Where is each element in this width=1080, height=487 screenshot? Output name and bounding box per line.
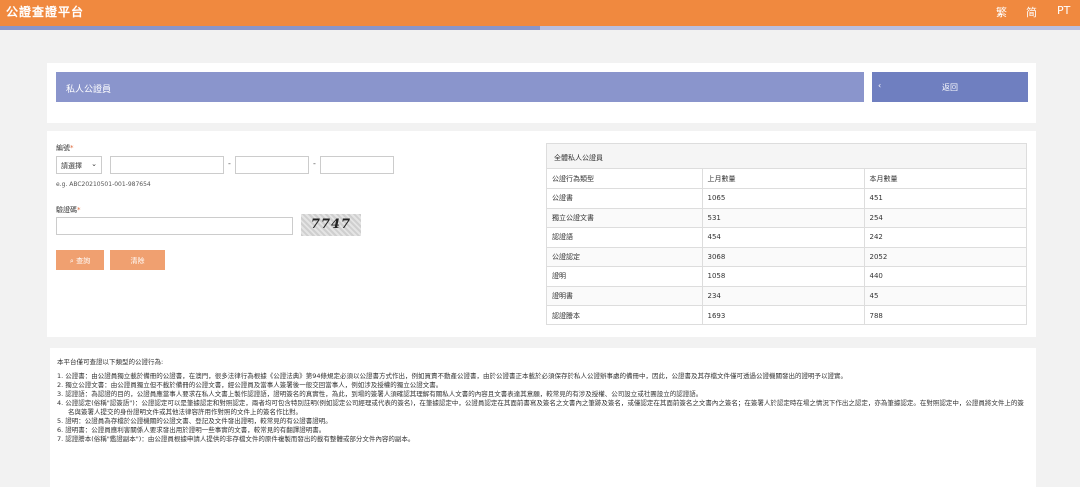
list-item: 6. 證明書：公證員應利害關係人要求發出用於證明一些事實的文書，較常見的有翻譯證… xyxy=(57,426,326,434)
table-cell: 認證語 xyxy=(547,227,702,247)
table-header-row: 公證行為類型 上月數量 本月數量 xyxy=(547,169,1026,189)
table-cell: 440 xyxy=(863,266,1026,286)
stats-panel: 全體私人公證員 公證行為類型 上月數量 本月數量 公證書 1065 451 獨立… xyxy=(546,143,1027,325)
lang-traditional-link[interactable]: 繁 xyxy=(996,4,1007,20)
header-stripe-light xyxy=(540,26,1080,30)
list-item: 5. 證明：公證員為存檔於公證機關的公證文書、登記及文件發出證明，較常見的有公證… xyxy=(57,417,332,425)
table-cell: 254 xyxy=(863,207,1026,228)
search-button-label: 查詢 xyxy=(76,257,91,265)
doc-number-part3-input[interactable] xyxy=(320,156,394,174)
doc-number-part2-input[interactable] xyxy=(235,156,309,174)
table-row: 認證語 454 242 xyxy=(547,227,1026,247)
column-header: 公證行為類型 xyxy=(552,174,594,183)
page-banner: 私人公證員 xyxy=(56,72,864,102)
table-cell: 531 xyxy=(701,207,864,228)
table-cell: 1058 xyxy=(701,266,864,286)
captcha-image[interactable]: 7747 xyxy=(301,214,361,236)
back-button-label: 返回 xyxy=(942,83,958,92)
table-cell: 證明書 xyxy=(547,285,702,306)
prefix-select-value: 請選擇 xyxy=(61,162,82,170)
table-cell: 451 xyxy=(863,188,1026,208)
table-cell: 788 xyxy=(863,305,1026,325)
lang-portuguese-link[interactable]: PT xyxy=(1057,4,1070,17)
list-item: 3. 認證語：為認證的目的，公證員應當事人要求在私人文書上製作認證語，證明簽名的… xyxy=(57,390,703,398)
stats-title: 全體私人公證員 xyxy=(547,144,1026,169)
separator-dash: - xyxy=(228,159,231,168)
table-row: 認證謄本 1693 788 xyxy=(547,305,1026,325)
table-cell: 242 xyxy=(863,227,1026,247)
table-cell: 2052 xyxy=(863,246,1026,267)
table-row: 證明書 234 45 xyxy=(547,285,1026,306)
chevron-left-icon: ‹ xyxy=(878,81,882,90)
clear-button[interactable]: 清除 xyxy=(110,250,165,270)
table-cell: 證明 xyxy=(547,266,702,286)
stats-table: 公證行為類型 上月數量 本月數量 公證書 1065 451 獨立公證文書 531… xyxy=(547,169,1026,325)
notes-intro: 本平台僅可查證以下類型的公證行為: xyxy=(57,358,164,366)
list-item: 2. 獨立公證文書：由公證員獨立但不載於備冊的公證文書，經公證員及當事人簽署後一… xyxy=(57,381,443,389)
doc-number-part1-input[interactable] xyxy=(110,156,224,174)
top-bar: 公證查證平台 繁 简 PT xyxy=(0,0,1080,26)
doc-number-hint: e.g. ABC20210501-001-987654 xyxy=(56,181,151,188)
list-item: 4. 公證認定(俗稱"認簽語")：公證認定可以是筆據認定和對照認定，兩者均可包含… xyxy=(57,399,1024,416)
search-icon: ⌕ xyxy=(69,257,74,265)
table-row: 證明 1058 440 xyxy=(547,266,1026,286)
app-title: 公證查證平台 xyxy=(6,5,85,19)
table-cell: 公證書 xyxy=(547,188,702,208)
chevron-down-icon: ⌄ xyxy=(91,160,97,168)
doc-number-label: 編號* xyxy=(56,144,74,152)
captcha-label: 驗證碼* xyxy=(56,206,81,214)
lang-simplified-link[interactable]: 简 xyxy=(1026,4,1037,20)
clear-button-label: 清除 xyxy=(130,257,145,265)
table-cell: 認證謄本 xyxy=(547,305,702,325)
search-button[interactable]: ⌕ 查詢 xyxy=(56,250,104,270)
table-row: 公證認定 3068 2052 xyxy=(547,246,1026,267)
prefix-select[interactable]: 請選擇 ⌄ xyxy=(56,156,102,174)
table-row: 公證書 1065 451 xyxy=(547,188,1026,208)
table-cell: 234 xyxy=(701,285,864,306)
banner-title: 私人公證員 xyxy=(66,85,112,95)
list-item: 7. 認證謄本(俗稱"鑑證副本")：由公證員根據申請人提供的非存檔文件的原件複製… xyxy=(57,435,415,443)
column-header: 上月數量 xyxy=(701,169,864,189)
back-button[interactable]: ‹ 返回 xyxy=(872,72,1028,102)
table-cell: 454 xyxy=(701,227,864,247)
separator-dash: - xyxy=(313,159,316,168)
notes-list: 1. 公證書：由公證員獨立載於備冊的公證書，在澳門，很多法律行為根據《公證法典》… xyxy=(57,372,1029,444)
table-cell: 1693 xyxy=(701,305,864,325)
column-header: 本月數量 xyxy=(863,169,1026,189)
table-cell: 獨立公證文書 xyxy=(547,207,702,228)
table-cell: 公證認定 xyxy=(547,246,702,267)
table-cell: 3068 xyxy=(701,246,864,267)
captcha-input[interactable] xyxy=(56,217,293,235)
notes-panel: 本平台僅可查證以下類型的公證行為: 1. 公證書：由公證員獨立載於備冊的公證書，… xyxy=(50,348,1036,487)
table-cell: 45 xyxy=(863,285,1026,306)
table-cell: 1065 xyxy=(701,188,864,208)
table-row: 獨立公證文書 531 254 xyxy=(547,207,1026,228)
list-item: 1. 公證書：由公證員獨立載於備冊的公證書，在澳門，很多法律行為根據《公證法典》… xyxy=(57,372,848,380)
